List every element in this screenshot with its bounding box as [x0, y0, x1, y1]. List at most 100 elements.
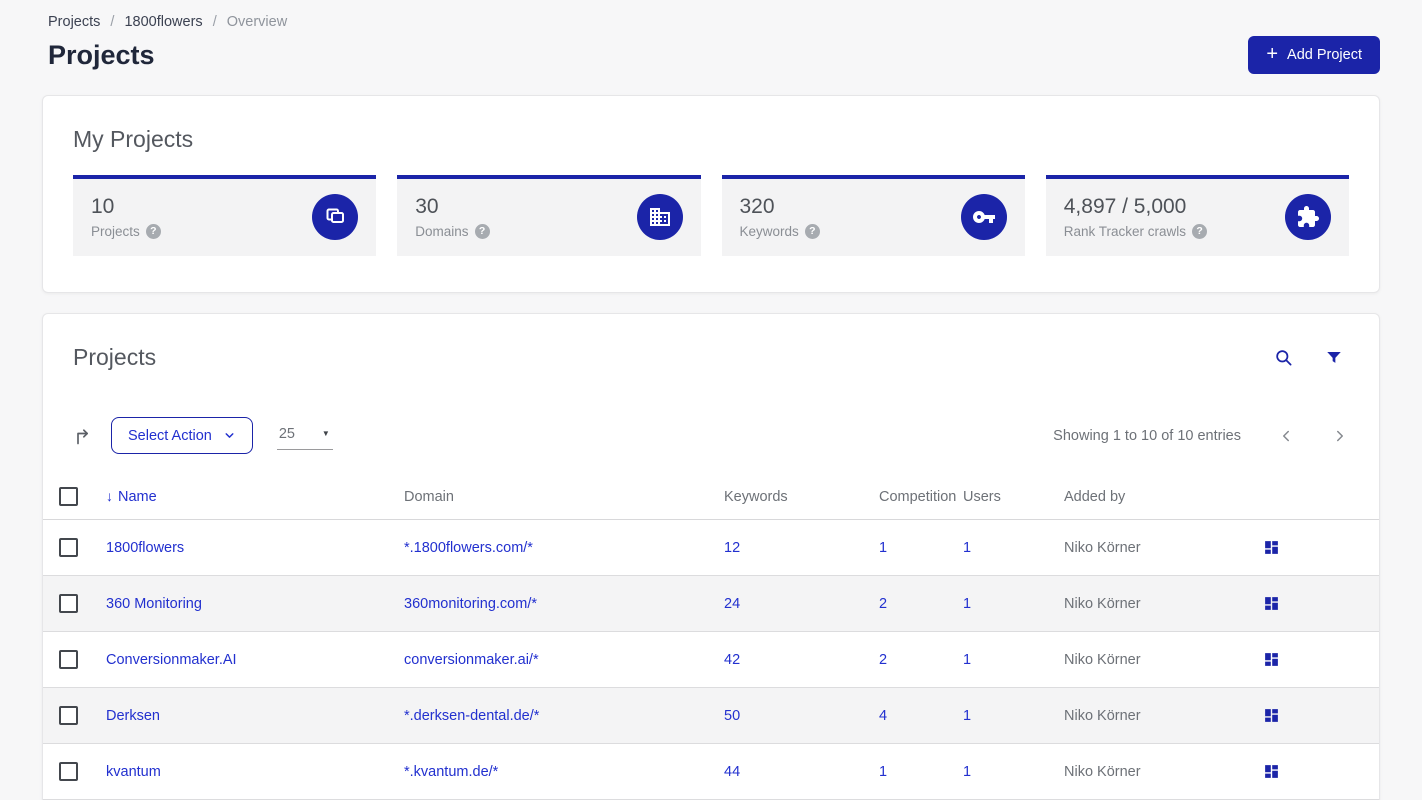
row-checkbox[interactable]	[59, 706, 78, 725]
key-icon	[960, 193, 1007, 240]
dashboard-icon[interactable]	[1263, 595, 1280, 612]
help-icon[interactable]: ?	[145, 223, 161, 239]
project-competition-link[interactable]: 2	[879, 596, 887, 612]
stat-crawls-value: 4,897 / 5,000	[1063, 194, 1187, 218]
project-domain-link[interactable]: *.derksen-dental.de/*	[404, 708, 539, 724]
stat-projects-label: Projects	[91, 223, 140, 239]
dashboard-icon[interactable]	[1263, 539, 1280, 556]
table-row: Conversionmaker.AI conversionmaker.ai/* …	[43, 631, 1379, 688]
chevron-down-icon	[225, 433, 234, 438]
project-name-link[interactable]: 360 Monitoring	[106, 596, 202, 612]
project-competition-link[interactable]: 1	[879, 764, 887, 780]
project-name-link[interactable]: 1800flowers	[106, 540, 184, 556]
added-by-cell: Niko Körner	[1064, 575, 1263, 632]
project-keywords-link[interactable]: 12	[724, 540, 740, 556]
column-header-users[interactable]: Users	[963, 472, 1064, 520]
page-size-select[interactable]: 25 ▼	[276, 422, 333, 450]
my-projects-title: My Projects	[73, 126, 194, 152]
project-users-link[interactable]: 1	[963, 540, 971, 556]
project-competition-link[interactable]: 4	[879, 708, 887, 724]
project-keywords-link[interactable]: 44	[724, 764, 740, 780]
project-users-link[interactable]: 1	[963, 652, 971, 668]
puzzle-icon	[1285, 193, 1331, 240]
breadcrumb-separator: /	[110, 14, 115, 30]
help-icon[interactable]: ?	[474, 223, 490, 239]
project-competition-link[interactable]: 2	[879, 652, 887, 668]
projects-stack-icon	[312, 193, 359, 240]
chevron-left-icon[interactable]	[1277, 427, 1295, 445]
chevron-right-icon[interactable]	[1331, 427, 1349, 445]
breadcrumb-projects[interactable]: Projects	[48, 14, 100, 30]
project-domain-link[interactable]: 360monitoring.com/*	[404, 596, 537, 612]
add-project-label: Add Project	[1287, 47, 1362, 63]
showing-entries-text: Showing 1 to 10 of 10 entries	[1053, 427, 1241, 444]
add-project-button[interactable]: + Add Project	[1248, 36, 1380, 74]
dashboard-icon[interactable]	[1263, 763, 1280, 780]
table-row: 360 Monitoring 360monitoring.com/* 24 2 …	[43, 575, 1379, 632]
added-by-cell: Niko Körner	[1064, 519, 1263, 576]
select-action-label: Select Action	[128, 427, 212, 444]
help-icon[interactable]: ?	[1192, 223, 1208, 239]
project-domain-link[interactable]: conversionmaker.ai/*	[404, 652, 539, 668]
project-name-link[interactable]: kvantum	[106, 764, 161, 780]
project-users-link[interactable]: 1	[963, 596, 971, 612]
stat-projects[interactable]: 10 Projects ?	[73, 175, 377, 256]
project-keywords-link[interactable]: 24	[724, 596, 740, 612]
stat-domains-value: 30	[415, 194, 439, 218]
stat-keywords-label: Keywords	[739, 223, 799, 239]
stat-keywords[interactable]: 320 Keywords ?	[721, 175, 1025, 256]
project-name-link[interactable]: Derksen	[106, 708, 160, 724]
dashboard-icon[interactable]	[1263, 651, 1280, 668]
page: Projects / 1800flowers / Overview Projec…	[0, 0, 1422, 800]
stat-projects-value: 10	[91, 194, 115, 218]
table-row: kvantum *.kvantum.de/* 44 1 1 Niko Körne…	[43, 743, 1379, 800]
projects-panel-card: Projects Select Action 25 ▼ Showing 1 to…	[42, 313, 1380, 800]
stat-domains-label: Domains	[415, 223, 469, 239]
project-domain-link[interactable]: *.1800flowers.com/*	[404, 540, 533, 556]
stat-rank-tracker-crawls[interactable]: 4,897 / 5,000 Rank Tracker crawls ?	[1045, 175, 1349, 256]
select-all-checkbox[interactable]	[59, 487, 78, 506]
stat-crawls-label: Rank Tracker crawls	[1063, 223, 1187, 239]
project-users-link[interactable]: 1	[963, 708, 971, 724]
row-checkbox[interactable]	[59, 762, 78, 781]
added-by-cell: Niko Körner	[1064, 631, 1263, 688]
projects-panel-title: Projects	[73, 344, 157, 370]
table-row: Derksen *.derksen-dental.de/* 50 4 1 Nik…	[43, 687, 1379, 744]
help-icon[interactable]: ?	[804, 223, 820, 239]
breadcrumb: Projects / 1800flowers / Overview	[42, 0, 1380, 30]
stat-domains[interactable]: 30 Domains ?	[397, 175, 701, 256]
projects-table: ↓ Name Domain Keywords Competition Users …	[43, 472, 1379, 800]
breadcrumb-overview: Overview	[226, 14, 288, 30]
column-header-added-by[interactable]: Added by	[1064, 472, 1263, 520]
column-header-keywords[interactable]: Keywords	[724, 472, 879, 520]
filter-icon[interactable]	[1325, 349, 1343, 367]
plus-icon: +	[1266, 43, 1279, 65]
table-row: 1800flowers *.1800flowers.com/* 12 1 1 N…	[43, 519, 1379, 576]
my-projects-card: My Projects 10 Projects ? 30 Domains ? 3…	[42, 95, 1380, 293]
column-header-name[interactable]: ↓ Name	[106, 472, 404, 520]
added-by-cell: Niko Körner	[1064, 687, 1263, 744]
building-icon	[636, 193, 683, 240]
breadcrumb-1800flowers[interactable]: 1800flowers	[124, 14, 202, 30]
project-name-link[interactable]: Conversionmaker.AI	[106, 652, 237, 668]
stat-keywords-value: 320	[739, 194, 775, 218]
column-header-domain[interactable]: Domain	[404, 472, 724, 520]
project-domain-link[interactable]: *.kvantum.de/*	[404, 764, 498, 780]
page-size-value: 25	[278, 425, 295, 442]
project-competition-link[interactable]: 1	[879, 540, 887, 556]
table-header-row: ↓ Name Domain Keywords Competition Users …	[43, 472, 1379, 520]
project-users-link[interactable]: 1	[963, 764, 971, 780]
search-icon[interactable]	[1274, 348, 1293, 367]
export-arrow-icon[interactable]	[73, 426, 93, 446]
row-checkbox[interactable]	[59, 650, 78, 669]
select-action-dropdown[interactable]: Select Action	[111, 417, 253, 454]
page-header: Projects + Add Project	[42, 36, 1380, 74]
page-title: Projects	[48, 39, 155, 70]
project-keywords-link[interactable]: 50	[724, 708, 740, 724]
row-checkbox[interactable]	[59, 538, 78, 557]
project-keywords-link[interactable]: 42	[724, 652, 740, 668]
dashboard-icon[interactable]	[1263, 707, 1280, 724]
stats-row: 10 Projects ? 30 Domains ? 320 Keywords …	[73, 175, 1349, 256]
column-header-competition[interactable]: Competition	[879, 472, 963, 520]
row-checkbox[interactable]	[59, 594, 78, 613]
